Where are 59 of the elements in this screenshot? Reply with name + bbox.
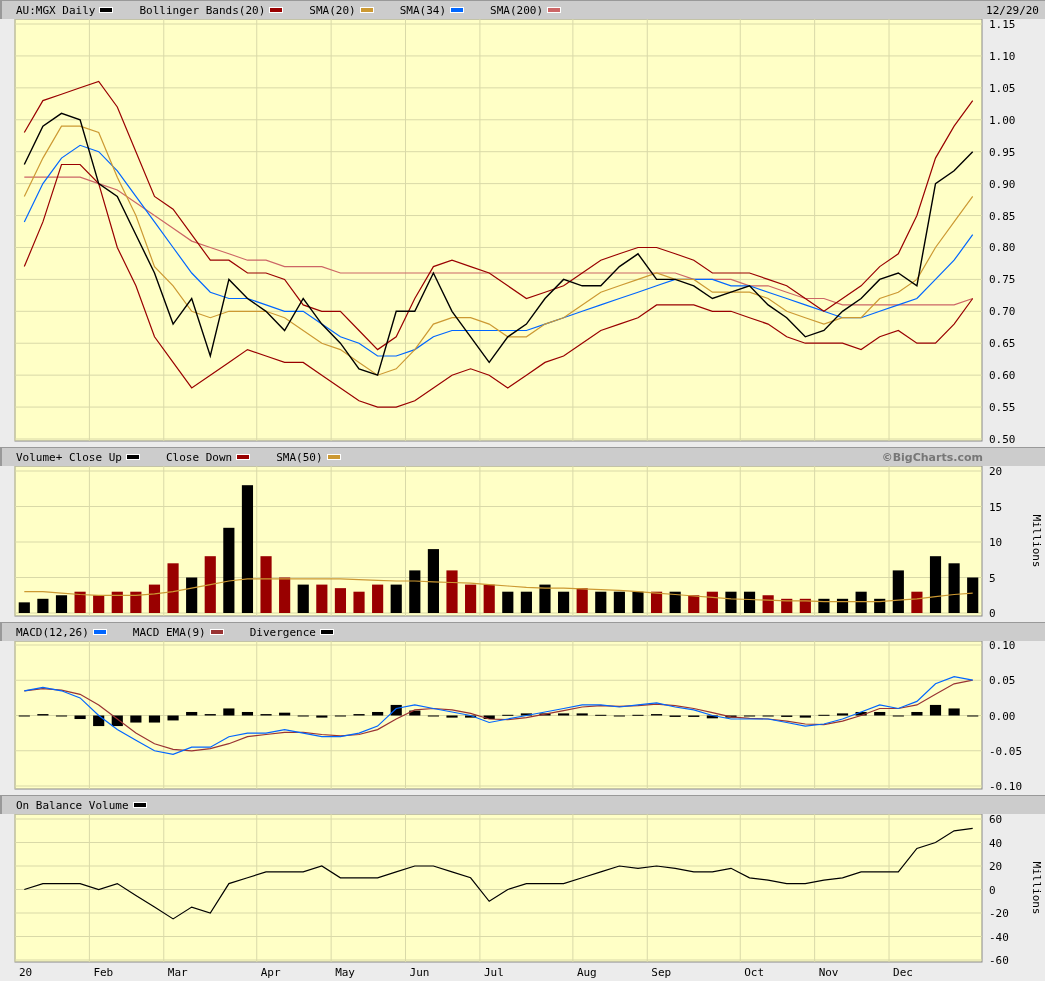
axis-label: 0.70 xyxy=(989,305,1016,319)
axis-label: Sep xyxy=(651,966,672,978)
axis-title: Millions xyxy=(1030,514,1043,568)
axis-label: 0 xyxy=(989,607,996,618)
legend-label: SMA(50) xyxy=(276,450,323,464)
axis-label: -60 xyxy=(989,954,1009,967)
axis-label: 15 xyxy=(989,500,1003,514)
axis-label: 40 xyxy=(989,836,1003,850)
axis-label: 0.00 xyxy=(989,709,1016,723)
axis-label: 1.10 xyxy=(989,49,1016,63)
axis-label: Dec xyxy=(893,966,913,978)
chart-date: 12/29/20 xyxy=(986,3,1039,17)
axis-label: 1.00 xyxy=(989,113,1016,127)
axis-label: Nov xyxy=(818,966,839,978)
axis-label: 20 xyxy=(989,860,1003,873)
axis-label: -40 xyxy=(989,930,1009,944)
legend-label: Close Down xyxy=(165,450,233,464)
axis-label: 0 xyxy=(989,883,996,897)
axis-label: Aug xyxy=(576,966,597,978)
axis-label: 0.55 xyxy=(989,401,1016,415)
axis-label: Apr xyxy=(260,966,281,978)
axis-label: 20 xyxy=(19,966,33,978)
axis-label: 0.90 xyxy=(989,177,1016,191)
legend-label: Divergence xyxy=(249,625,316,639)
axis-label: Mar xyxy=(167,966,188,978)
copyright-credit: ©BigCharts.com xyxy=(881,450,983,464)
axis-label: 60 xyxy=(989,814,1003,826)
axis-label: 0.80 xyxy=(989,241,1016,255)
axis-label: 0.10 xyxy=(989,641,1016,652)
axis-label: -20 xyxy=(989,907,1009,920)
axis-label: 0.95 xyxy=(989,145,1016,159)
axis-title: Millions xyxy=(1030,861,1043,915)
axis-label: 0.60 xyxy=(989,369,1016,383)
legend-label: SMA(20) xyxy=(309,3,356,17)
legend-label: MACD EMA(9) xyxy=(132,625,206,639)
axis-label: 1.15 xyxy=(989,19,1016,31)
axis-label: 5 xyxy=(989,571,996,585)
legend-label: SMA(34) xyxy=(399,3,447,17)
axis-label: Jul xyxy=(483,966,504,978)
axis-label: -0.05 xyxy=(989,744,1023,758)
axis-label: 0.75 xyxy=(989,273,1016,287)
legend-label: Volume+ Close Up xyxy=(16,450,122,464)
legend-label: On Balance Volume xyxy=(16,798,129,812)
axis-label: 0.65 xyxy=(989,337,1016,351)
axis-label: 0.50 xyxy=(989,433,1016,443)
legend-label: Bollinger Bands(20) xyxy=(139,3,266,17)
axis-label: 20 xyxy=(989,466,1003,478)
axis-label: -0.10 xyxy=(989,780,1023,791)
axis-label: 0.85 xyxy=(989,209,1016,223)
axis-label: 1.05 xyxy=(989,81,1016,95)
axis-label: Oct xyxy=(744,966,765,978)
legend-label: AU:MGX Daily xyxy=(16,3,96,17)
axis-label: Jun xyxy=(409,966,430,978)
legend-label: SMA(200) xyxy=(490,3,544,17)
axis-label: 0.05 xyxy=(989,674,1016,688)
axis-label: Feb xyxy=(93,966,114,978)
legend-label: MACD(12,26) xyxy=(16,625,89,639)
axis-label: 10 xyxy=(989,536,1003,549)
axis-label: May xyxy=(335,966,355,978)
